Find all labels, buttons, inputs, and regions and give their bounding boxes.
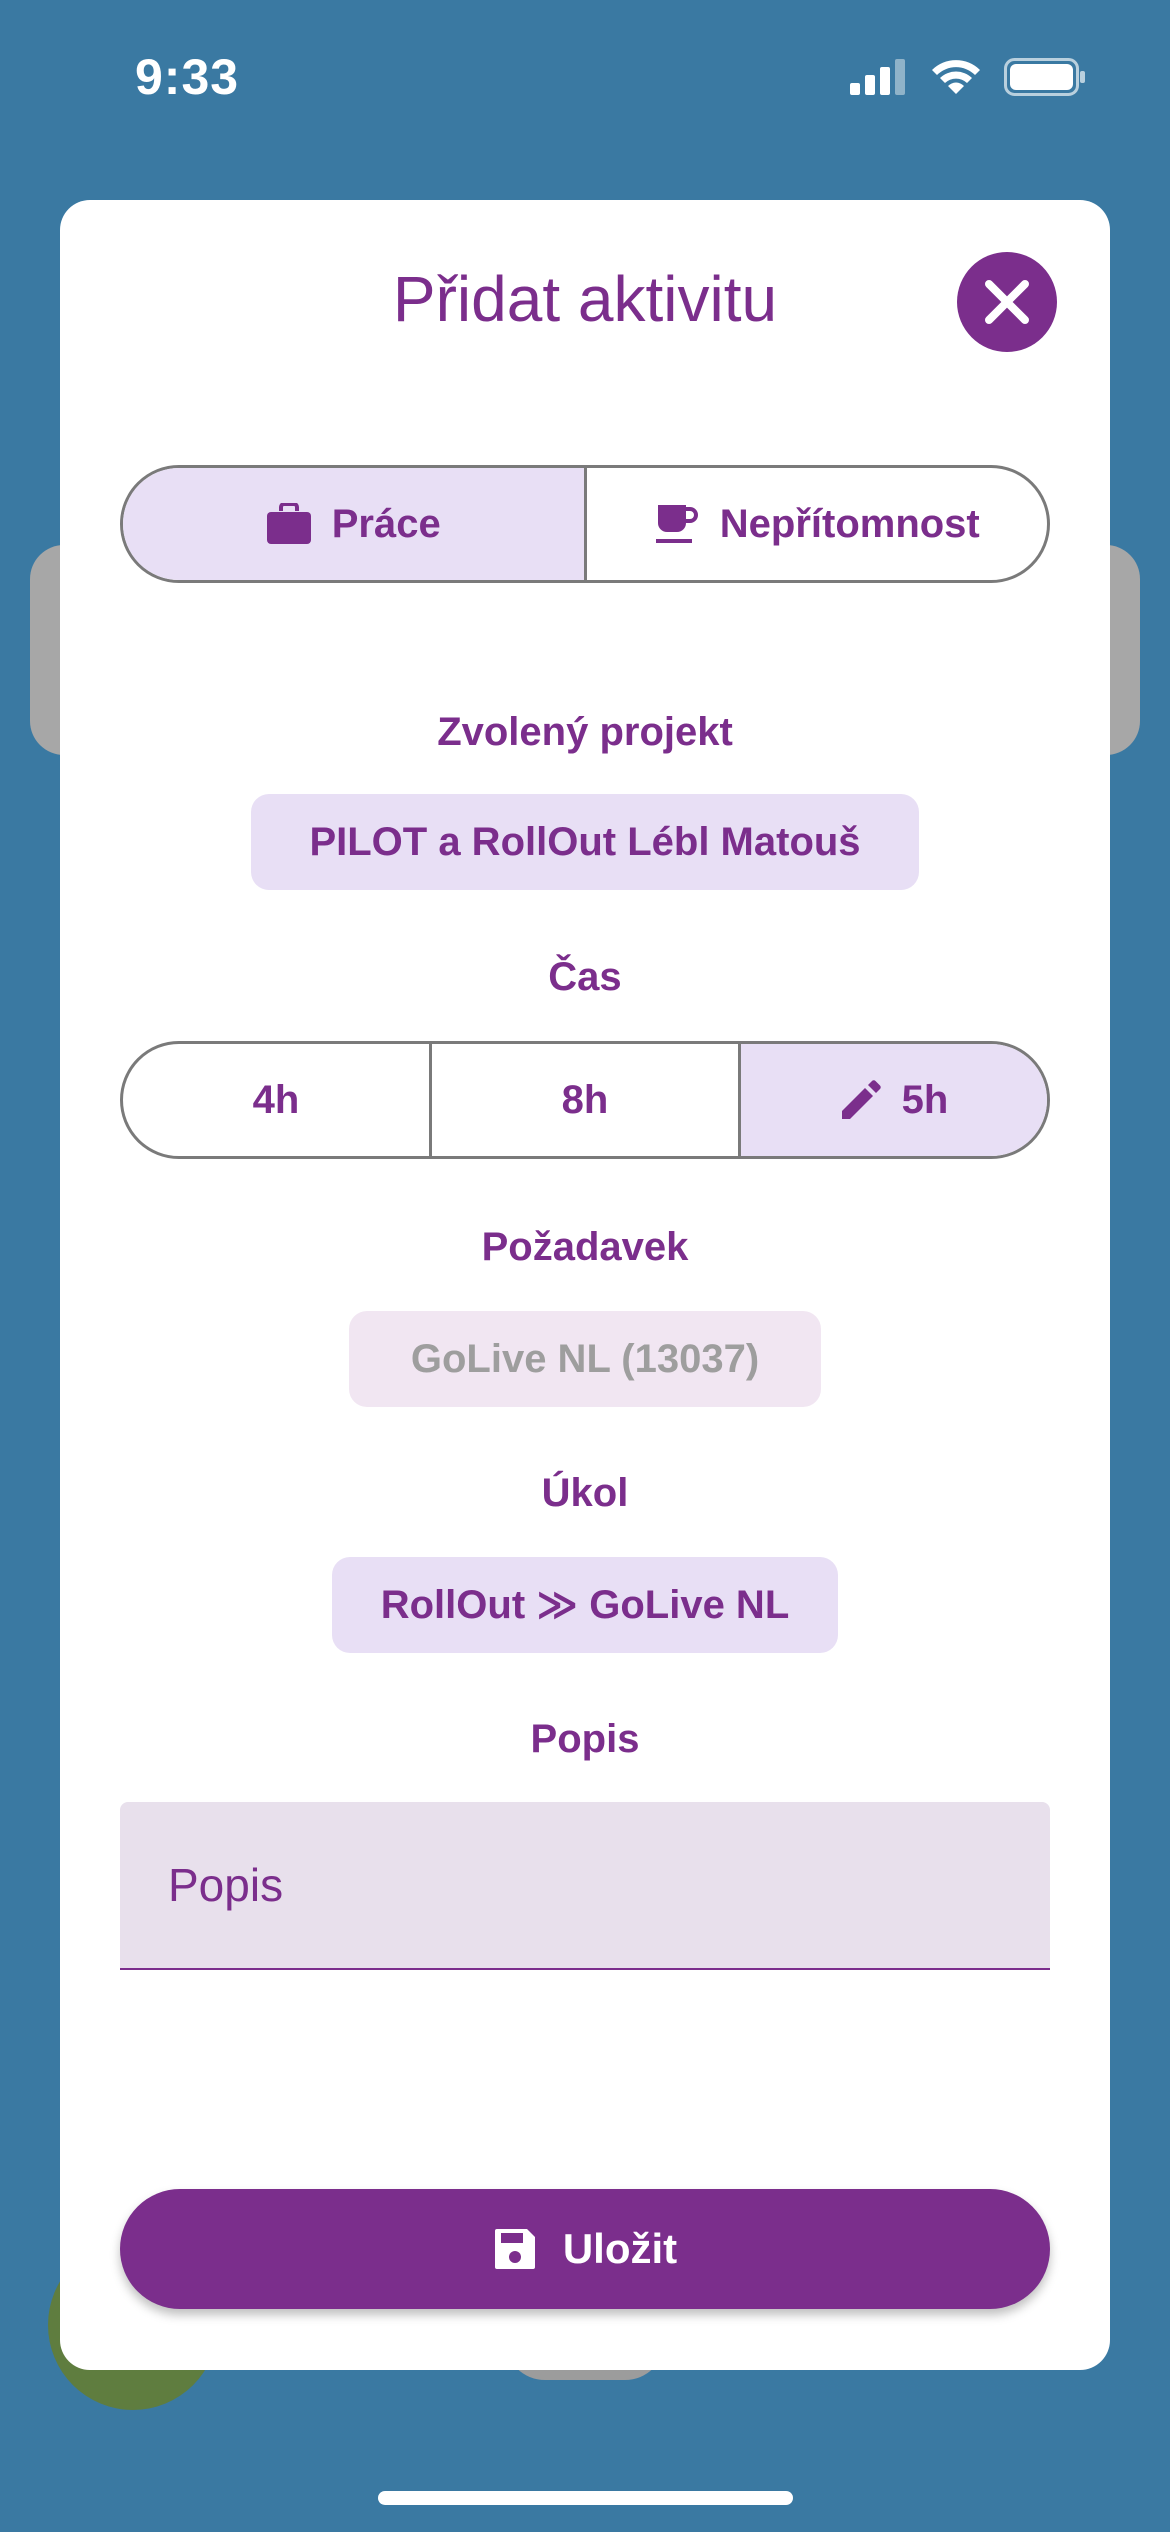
time-option-custom-label: 5h — [901, 1077, 949, 1122]
coffee-cup-icon — [655, 505, 698, 543]
battery-icon — [1004, 58, 1085, 96]
close-button[interactable] — [957, 252, 1057, 352]
pencil-icon — [841, 1080, 881, 1119]
cellular-signal-icon — [850, 59, 905, 95]
project-label: Zvolený projekt — [437, 710, 733, 754]
close-icon — [985, 280, 1029, 324]
time-option-8h-label: 8h — [561, 1077, 609, 1122]
task-label: Úkol — [541, 1471, 629, 1515]
task-chip[interactable]: RollOut ≫ GoLive NL — [332, 1557, 838, 1653]
modal-title: Přidat aktivitu — [392, 263, 778, 335]
activity-type-selector: Práce Nepřítomnost — [120, 465, 1050, 583]
time-option-4h-label: 4h — [252, 1077, 300, 1122]
time-option-custom[interactable]: 5h — [741, 1044, 1047, 1156]
status-icons — [850, 58, 1086, 96]
wifi-icon — [932, 60, 980, 94]
project-chip[interactable]: PILOT a RollOut Lébl Matouš — [251, 794, 919, 890]
segment-work-label: Práce — [331, 501, 441, 546]
request-chip[interactable]: GoLive NL (13037) — [349, 1311, 821, 1407]
description-input[interactable] — [168, 1858, 1050, 1912]
save-icon — [494, 2229, 535, 2269]
time-label: Čas — [548, 955, 622, 999]
segment-absence-label: Nepřítomnost — [719, 501, 980, 546]
status-bar: 9:33 — [0, 0, 1170, 150]
save-button-label: Uložit — [562, 2225, 678, 2272]
segment-work[interactable]: Práce — [123, 468, 587, 580]
time-option-8h[interactable]: 8h — [432, 1044, 741, 1156]
segment-absence[interactable]: Nepřítomnost — [587, 468, 1048, 580]
briefcase-icon — [266, 503, 311, 544]
status-time: 9:33 — [135, 49, 240, 105]
request-label: Požadavek — [481, 1225, 689, 1269]
save-button[interactable]: Uložit — [120, 2189, 1050, 2309]
description-field — [120, 1802, 1050, 1970]
time-option-4h[interactable]: 4h — [123, 1044, 432, 1156]
time-selector: 4h 8h 5h — [120, 1041, 1050, 1159]
description-label: Popis — [530, 1717, 640, 1761]
home-indicator — [378, 2491, 793, 2505]
